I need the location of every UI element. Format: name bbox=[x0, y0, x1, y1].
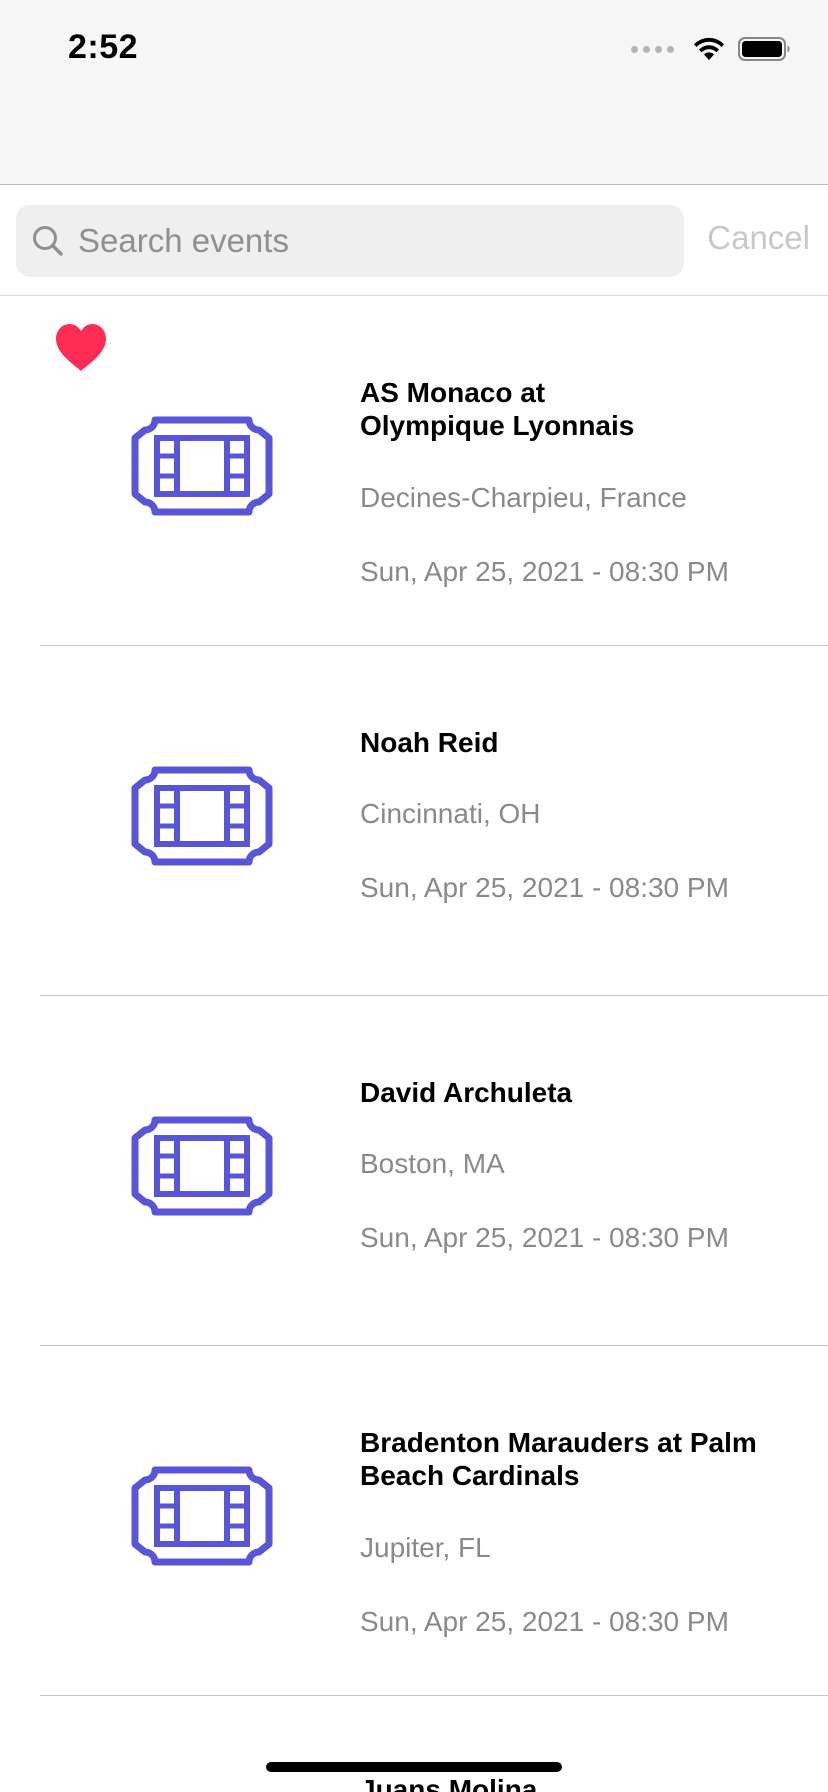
event-title: Noah Reid bbox=[360, 726, 800, 759]
search-input[interactable] bbox=[78, 211, 658, 271]
search-bar: Cancel bbox=[0, 185, 828, 296]
event-title-line: Bradenton Marauders at Palm bbox=[360, 1427, 757, 1458]
event-title-line: David Archuleta bbox=[360, 1077, 573, 1108]
ticket-icon bbox=[131, 1466, 273, 1566]
wifi-icon bbox=[694, 37, 724, 60]
event-location: Decines-Charpieu, France bbox=[360, 482, 687, 513]
event-title: AS Monaco at Olympique Lyonnais bbox=[360, 376, 800, 442]
event-date: Sun, Apr 25, 2021 - 08:30 PM bbox=[360, 556, 729, 587]
ticket-icon bbox=[131, 766, 273, 866]
cellular-signal-icon bbox=[631, 45, 674, 53]
home-indicator[interactable] bbox=[266, 1762, 562, 1772]
event-row[interactable]: AS Monaco at Olympique Lyonnais Decines-… bbox=[40, 296, 828, 646]
cancel-button[interactable]: Cancel bbox=[707, 219, 810, 257]
event-title: Bradenton Marauders at Palm Beach Cardin… bbox=[360, 1426, 800, 1492]
event-title[interactable]: Juans Molina bbox=[360, 1774, 537, 1792]
event-date: Sun, Apr 25, 2021 - 08:30 PM bbox=[360, 872, 729, 903]
battery-icon bbox=[738, 37, 790, 61]
app-screen: 2:52 Cancel bbox=[0, 0, 828, 1792]
event-title-line: Beach Cardinals bbox=[360, 1460, 580, 1491]
heart-icon[interactable] bbox=[54, 323, 108, 373]
ticket-icon bbox=[131, 1116, 273, 1216]
search-field[interactable] bbox=[16, 205, 684, 277]
event-title: David Archuleta bbox=[360, 1076, 800, 1109]
status-time: 2:52 bbox=[68, 28, 139, 66]
search-icon bbox=[33, 226, 63, 256]
event-title-line: Noah Reid bbox=[360, 727, 499, 758]
event-title-line: AS Monaco at bbox=[360, 377, 546, 408]
event-row[interactable]: Noah Reid Cincinnati, OH Sun, Apr 25, 20… bbox=[40, 646, 828, 996]
status-icons bbox=[631, 34, 792, 64]
event-date: Sun, Apr 25, 2021 - 08:30 PM bbox=[360, 1606, 729, 1637]
event-list: AS Monaco at Olympique Lyonnais Decines-… bbox=[0, 296, 828, 1696]
event-date: Sun, Apr 25, 2021 - 08:30 PM bbox=[360, 1222, 729, 1253]
event-location: Boston, MA bbox=[360, 1148, 505, 1179]
ticket-icon bbox=[131, 416, 273, 516]
event-location: Cincinnati, OH bbox=[360, 798, 541, 829]
event-row[interactable]: Bradenton Marauders at Palm Beach Cardin… bbox=[40, 1346, 828, 1696]
event-location: Jupiter, FL bbox=[360, 1532, 491, 1563]
event-title-line: Olympique Lyonnais bbox=[360, 410, 635, 441]
event-row[interactable]: David Archuleta Boston, MA Sun, Apr 25, … bbox=[40, 996, 828, 1346]
status-bar: 2:52 bbox=[0, 0, 828, 185]
